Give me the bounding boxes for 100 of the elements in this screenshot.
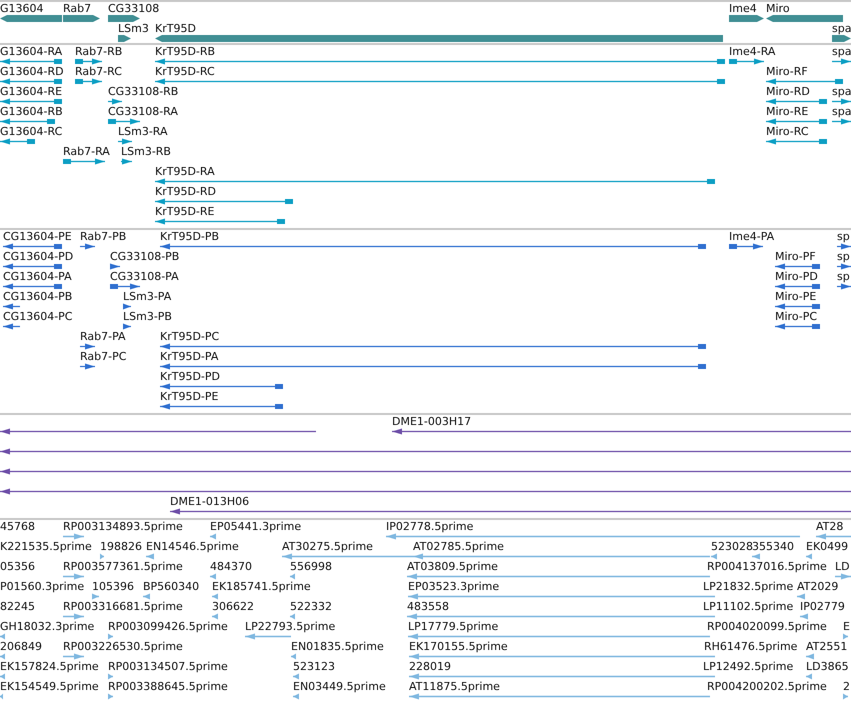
feature-label[interactable]: Rab7-RB (75, 46, 122, 58)
feature-label[interactable]: LP17779.5prime (408, 621, 498, 633)
feature-label[interactable]: 45768 (0, 521, 35, 533)
feature-label[interactable]: RP004020099.5prime (707, 621, 827, 633)
feature-label[interactable]: CG13604-PD (3, 251, 74, 263)
feature-label[interactable]: AT03809.5prime (407, 561, 498, 573)
feature-label[interactable]: G13604-RB (0, 106, 63, 118)
feature-label[interactable]: KrT95D-PC (160, 331, 220, 343)
feature-label[interactable]: 484370 (210, 561, 252, 573)
feature-label[interactable]: IP02778.5prime (386, 521, 474, 533)
feature-label[interactable]: EK185741.5prime (212, 581, 311, 593)
feature-label[interactable]: KrT95D (155, 23, 196, 35)
feature-label[interactable]: LSm3-RA (118, 126, 168, 138)
feature-label[interactable]: EK0499 (806, 541, 848, 553)
feature-label[interactable]: G13604-RC (0, 126, 62, 138)
feature-label[interactable]: LSm3-RB (121, 146, 171, 158)
feature-label[interactable]: KrT95D-RA (155, 166, 215, 178)
feature-label[interactable]: CG33108-PB (110, 251, 180, 263)
feature-label[interactable]: RP003134893.5prime (63, 521, 183, 533)
feature-label[interactable]: Ime4 (729, 3, 757, 15)
feature-label[interactable]: Miro-PD (775, 271, 818, 283)
feature-label[interactable]: 556998 (290, 561, 332, 573)
feature-label[interactable]: spa (832, 106, 851, 118)
feature-label[interactable]: AT2551 (806, 641, 848, 653)
feature-label[interactable]: CG13604-PE (3, 231, 72, 243)
feature-label[interactable]: KrT95D-PE (160, 391, 218, 403)
feature-label[interactable]: 523028 (711, 541, 753, 553)
feature-label[interactable]: LD3865 (806, 661, 849, 673)
feature-label[interactable]: CG33108-RB (108, 86, 178, 98)
feature-label[interactable]: Miro-RE (766, 106, 808, 118)
feature-label[interactable]: P01560.3prime (0, 581, 84, 593)
feature-label[interactable]: RH61476.5prime (704, 641, 798, 653)
feature-label[interactable]: EN03449.5prime (293, 681, 386, 693)
feature-label[interactable]: EP05441.3prime (210, 521, 302, 533)
feature-label[interactable]: Ime4-PA (729, 231, 774, 243)
feature-label[interactable]: 523123 (293, 661, 335, 673)
feature-label[interactable]: EK154549.5prime (0, 681, 99, 693)
feature-label[interactable]: sp (837, 231, 850, 243)
feature-label[interactable]: AT02785.5prime (413, 541, 504, 553)
feature-label[interactable]: KrT95D-RE (155, 206, 214, 218)
feature-label[interactable]: EN01835.5prime (291, 641, 384, 653)
feature-label[interactable]: RP004200202.5prime (707, 681, 827, 693)
feature-label[interactable]: Miro-PC (775, 311, 818, 323)
feature-label[interactable]: RP003316681.5prime (63, 601, 183, 613)
feature-label[interactable]: RP003226530.5prime (63, 641, 183, 653)
feature-label[interactable]: CG13604-PA (3, 271, 72, 283)
feature-label[interactable]: spa (832, 23, 851, 35)
feature-label[interactable]: K221535.5prime (0, 541, 92, 553)
feature-label[interactable]: Miro-RD (766, 86, 810, 98)
feature-label[interactable]: LP21832.5prime (703, 581, 794, 593)
feature-label[interactable]: LSm3 (118, 23, 149, 35)
feature-label[interactable]: LSm3-PB (123, 311, 172, 323)
feature-label[interactable]: IP02779 (800, 601, 845, 613)
feature-label[interactable]: Ime4-RA (729, 46, 776, 58)
feature-label[interactable]: Rab7-PB (80, 231, 126, 243)
feature-label[interactable]: Miro-PE (775, 291, 816, 303)
feature-label[interactable]: spa (832, 46, 851, 58)
feature-label[interactable]: 522332 (290, 601, 332, 613)
feature-label[interactable]: 483558 (407, 601, 449, 613)
feature-label[interactable]: RP004137016.5prime (707, 561, 827, 573)
feature-label[interactable]: AT30275.5prime (282, 541, 373, 553)
feature-label[interactable]: 105396 (92, 581, 134, 593)
feature-label[interactable]: CG33108 (108, 3, 160, 15)
feature-label[interactable]: G13604-RD (0, 66, 64, 78)
feature-label[interactable]: DME1-013H06 (170, 496, 250, 508)
feature-label[interactable]: G13604-RA (0, 46, 62, 58)
feature-label[interactable]: CG33108-PA (110, 271, 179, 283)
feature-label[interactable]: DME1-003H17 (392, 416, 472, 428)
feature-label[interactable]: CG33108-RA (108, 106, 178, 118)
feature-label[interactable]: LP12492.5prime (703, 661, 794, 673)
feature-label[interactable]: LSm3-PA (123, 291, 172, 303)
feature-label[interactable]: 306622 (212, 601, 254, 613)
feature-label[interactable]: Miro-RC (766, 126, 809, 138)
feature-label[interactable]: AT28 (816, 521, 844, 533)
feature-label[interactable]: sp (837, 251, 850, 263)
feature-label[interactable]: EP03523.3prime (408, 581, 500, 593)
feature-label[interactable]: EN14546.5prime (146, 541, 239, 553)
feature-label[interactable]: GH18032.3prime (0, 621, 94, 633)
feature-label[interactable]: LP22793.5prime (245, 621, 336, 633)
feature-label[interactable]: LD (835, 561, 850, 573)
feature-label[interactable]: G13604 (0, 3, 44, 15)
feature-label[interactable]: 82245 (0, 601, 35, 613)
feature-label[interactable]: RP003099426.5prime (108, 621, 228, 633)
feature-label[interactable]: KrT95D-PB (160, 231, 220, 243)
feature-label[interactable]: RP003388645.5prime (108, 681, 228, 693)
feature-label[interactable]: KrT95D-RC (155, 66, 215, 78)
feature-label[interactable]: spa (832, 86, 851, 98)
feature-label[interactable]: 355340 (752, 541, 794, 553)
feature-label[interactable]: sp (837, 271, 850, 283)
feature-label[interactable]: LP11102.5prime (703, 601, 794, 613)
feature-label[interactable]: Miro-RF (766, 66, 808, 78)
feature-label[interactable]: KrT95D-PD (160, 371, 220, 383)
feature-label[interactable]: Rab7-PA (80, 331, 126, 343)
feature-label[interactable]: Rab7-RA (63, 146, 110, 158)
feature-label[interactable]: KrT95D-RD (155, 186, 216, 198)
feature-label[interactable]: Rab7-PC (80, 351, 126, 363)
feature-label[interactable]: 2 (843, 681, 850, 693)
feature-label[interactable]: KrT95D-PA (160, 351, 218, 363)
feature-label[interactable]: Miro-PF (775, 251, 816, 263)
feature-label[interactable]: BP560340 (143, 581, 200, 593)
